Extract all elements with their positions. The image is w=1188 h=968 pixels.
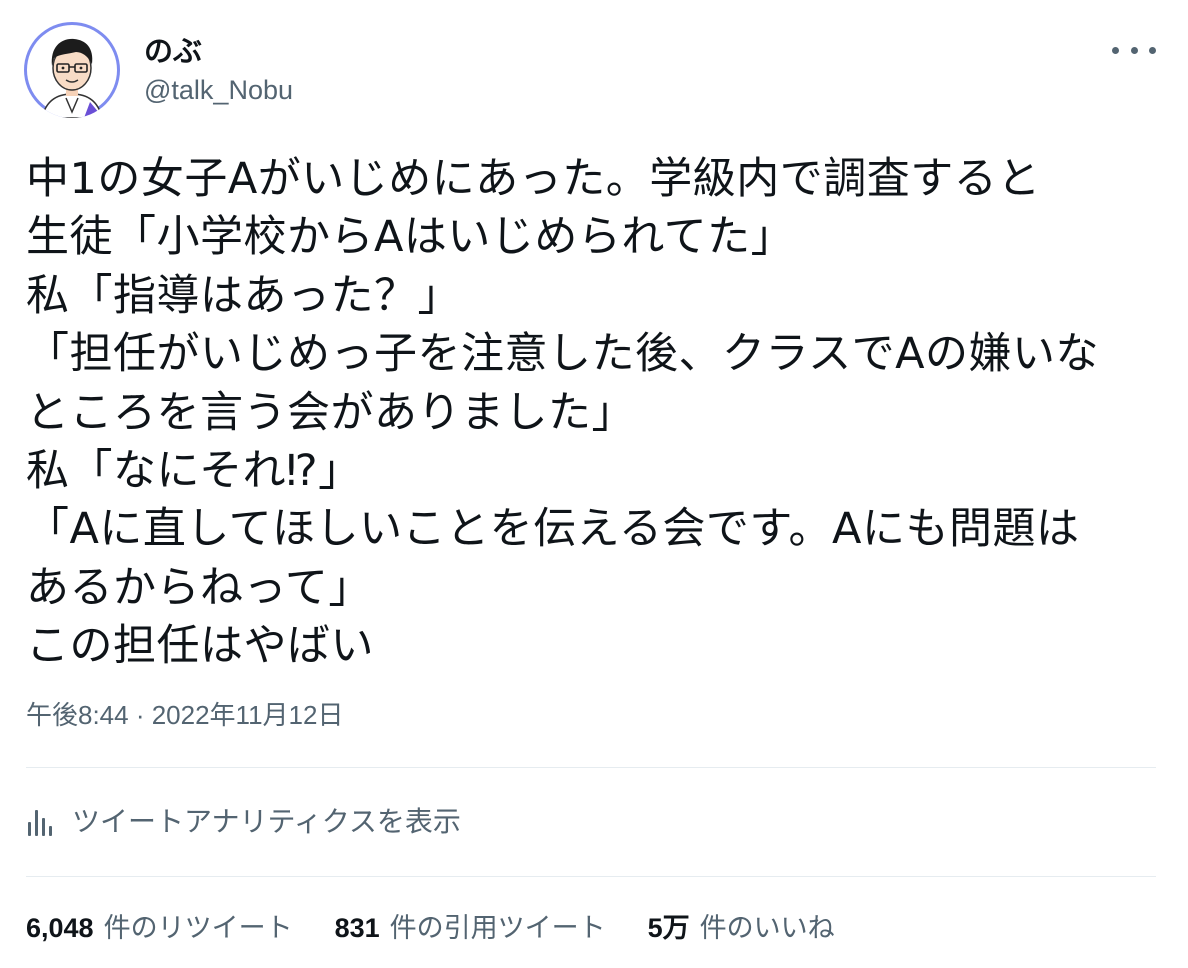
divider — [26, 767, 1156, 768]
tweet-detail: のぶ @talk_Nobu 中1の女子Aがいじめにあった。学級内で調査すると 生… — [0, 0, 1188, 968]
quotes-count: 831 — [334, 912, 380, 943]
more-horizontal-icon-dot — [1149, 46, 1156, 54]
likes-stat[interactable]: 5万 件のいいね — [648, 910, 835, 947]
likes-label: 件のいいね — [699, 912, 835, 944]
retweets-count: 6,048 — [26, 912, 94, 943]
retweets-label: 件のリツイート — [103, 912, 293, 944]
tweet-text: 中1の女子Aがいじめにあった。学級内で調査すると 生徒「小学校からAはいじめられ… — [26, 154, 1100, 672]
divider — [26, 876, 1156, 877]
analytics-label: ツイートアナリティクスを表示 — [72, 805, 461, 838]
bar-chart-icon — [28, 810, 52, 836]
timestamp-time[interactable]: 午後8:44 — [26, 700, 129, 730]
tweet-header: のぶ @talk_Nobu — [24, 22, 1164, 122]
quotes-stat[interactable]: 831 件の引用ツイート — [335, 910, 606, 947]
retweets-stat[interactable]: 6,048 件のリツイート — [26, 910, 293, 947]
timestamp-separator: · — [128, 700, 152, 730]
tweet-timestamp: 午後8:44 · 2022年11月12日 — [26, 697, 343, 733]
more-options-button[interactable] — [1112, 36, 1156, 64]
user-names: のぶ @talk_Nobu — [144, 32, 293, 108]
display-name[interactable]: のぶ — [144, 32, 293, 70]
avatar-illustration-icon — [28, 26, 116, 118]
likes-count: 5万 — [647, 912, 690, 943]
tweet-stats: 6,048 件のリツイート 831 件の引用ツイート 5万 件のいいね — [26, 906, 877, 950]
timestamp-date[interactable]: 2022年11月12日 — [152, 700, 344, 730]
more-horizontal-icon — [1112, 46, 1119, 54]
avatar[interactable] — [24, 22, 120, 118]
view-analytics-button[interactable]: ツイートアナリティクスを表示 — [26, 800, 461, 844]
quotes-label: 件の引用ツイート — [389, 912, 606, 944]
user-handle[interactable]: @talk_Nobu — [144, 72, 293, 108]
more-horizontal-icon-dot — [1130, 46, 1138, 54]
